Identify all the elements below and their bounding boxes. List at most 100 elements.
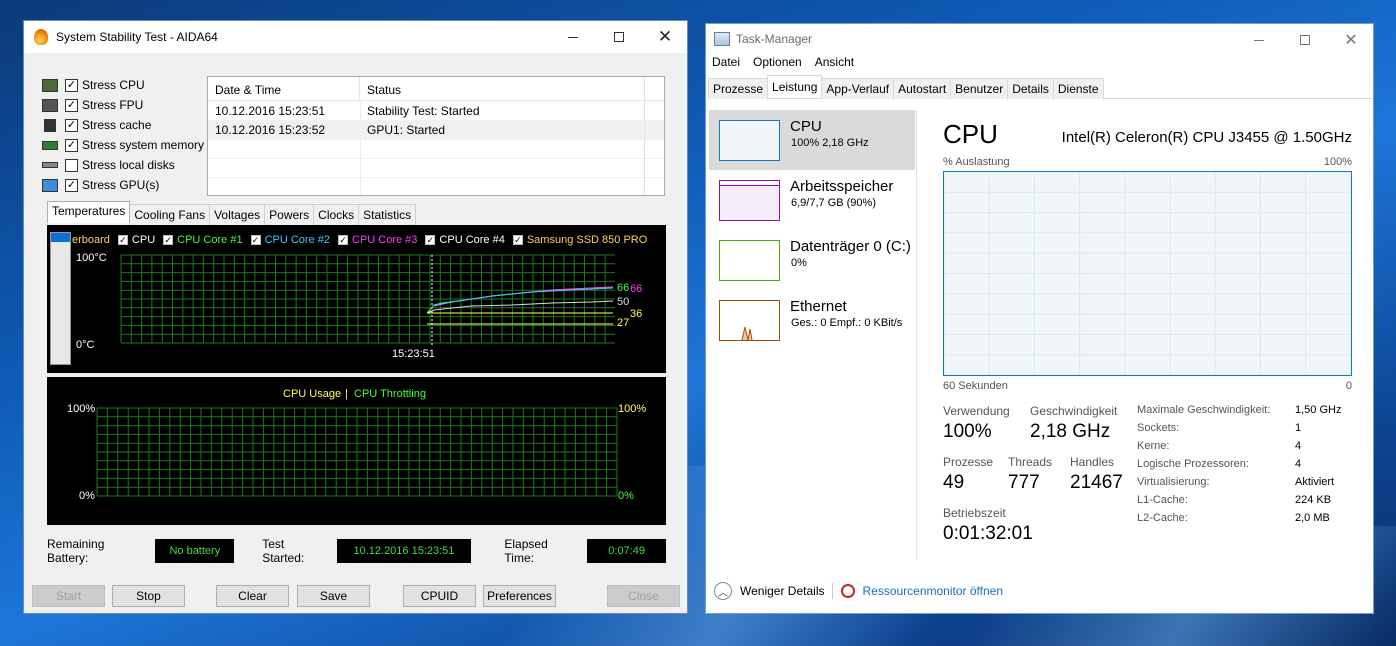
fewer-details-link[interactable]: Weniger Details <box>740 584 824 598</box>
usage-axis-right-top: 100% <box>618 403 646 415</box>
disk-thumbnail <box>719 240 780 281</box>
tm-minimize-button[interactable] <box>1236 24 1282 56</box>
stress-fpu-checkbox[interactable]: ✓ <box>65 98 78 112</box>
test-status-strip: Remaining Battery: No battery Test Start… <box>47 537 666 565</box>
tm-tabs: Prozesse Leistung App-Verlauf Autostart … <box>708 75 1373 99</box>
legend-checkbox[interactable]: ✓ <box>163 235 174 245</box>
chevron-up-icon[interactable]: ︿ <box>714 582 732 600</box>
tab-autostart[interactable]: Autostart <box>893 78 952 99</box>
tab-temperatures[interactable]: Temperatures <box>47 201 131 223</box>
spec-value: 2,0 MB <box>1295 512 1330 524</box>
legend-checkbox[interactable]: ✓ <box>250 235 261 245</box>
stress-cache-checkbox[interactable]: ✓ <box>65 118 78 132</box>
cpu-graph-grid <box>943 171 1352 376</box>
stress-cache-option[interactable]: ✓ Stress cache <box>42 115 204 135</box>
menu-datei[interactable]: Datei <box>712 55 740 69</box>
legend-ssd[interactable]: ✓ Samsung SSD 850 PRO <box>512 234 647 246</box>
stress-gpu-option[interactable]: ✓ Stress GPU(s) <box>42 175 204 195</box>
stat-value: 49 <box>943 472 965 493</box>
legend-cpu[interactable]: ✓ CPU <box>117 234 155 246</box>
minimize-button[interactable] <box>550 21 596 53</box>
graph-ymax: 100% <box>1323 156 1352 168</box>
tab-benutzer[interactable]: Benutzer <box>950 78 1009 99</box>
save-button[interactable]: Save <box>297 585 370 607</box>
temperature-grid <box>120 254 615 344</box>
maximize-button[interactable] <box>596 21 642 53</box>
log-row-empty <box>208 158 664 177</box>
menu-optionen[interactable]: Optionen <box>753 55 802 69</box>
log-row-empty <box>208 139 664 158</box>
close-button[interactable]: Close <box>607 585 680 607</box>
close-icon: ✕ <box>1344 32 1358 49</box>
tm-titlebar[interactable]: Task-Manager ✕ <box>706 24 1373 54</box>
stress-gpu-checkbox[interactable]: ✓ <box>65 178 78 192</box>
stress-cpu-checkbox[interactable]: ✓ <box>65 78 78 92</box>
tab-app-verlauf[interactable]: App-Verlauf <box>821 78 895 99</box>
tab-cooling-fans[interactable]: Cooling Fans <box>129 204 211 225</box>
tm-maximize-button[interactable] <box>1282 24 1328 56</box>
legend-cpu-core3[interactable]: ✓ CPU Core #3 <box>338 234 417 246</box>
stat-label: Betriebszeit <box>943 506 1006 520</box>
stop-button[interactable]: Stop <box>112 585 185 607</box>
tab-leistung[interactable]: Leistung <box>767 75 823 98</box>
log-col-status[interactable]: Status <box>360 77 664 100</box>
perf-item-memory[interactable]: Arbeitsspeicher 6,9/7,7 GB (90%) <box>709 170 915 230</box>
legend-cpu-core1[interactable]: ✓ CPU Core #1 <box>163 234 243 246</box>
aida-titlebar[interactable]: System Stability Test - AIDA64 ✕ <box>24 21 687 53</box>
perf-item-sub: 100% 2,18 GHz <box>791 137 869 149</box>
legend-checkbox[interactable]: ✓ <box>512 235 523 245</box>
cpu-usage-graph <box>943 171 1352 376</box>
stress-fpu-label: Stress FPU <box>82 98 144 112</box>
legend-cpu-core2[interactable]: ✓ CPU Core #2 <box>250 234 330 246</box>
cpuid-button[interactable]: CPUID <box>403 585 476 607</box>
open-resource-monitor-link[interactable]: Ressourcenmonitor öffnen <box>862 584 1003 598</box>
start-button[interactable]: Start <box>32 585 105 607</box>
tab-voltages[interactable]: Voltages <box>209 204 266 225</box>
tab-dienste[interactable]: Dienste <box>1052 78 1104 99</box>
stress-fpu-option[interactable]: ✓ Stress FPU <box>42 95 204 115</box>
legend-cpu-core4[interactable]: ✓ CPU Core #4 <box>425 234 505 246</box>
stress-memory-checkbox[interactable]: ✓ <box>65 138 78 152</box>
stress-disks-checkbox[interactable] <box>65 158 78 172</box>
usage-axis-left-bottom: 0% <box>79 490 95 502</box>
perf-item-disk[interactable]: Datenträger 0 (C:) 0% <box>709 230 915 290</box>
log-row[interactable]: 10.12.2016 15:23:52 GPU1: Started <box>208 120 664 139</box>
legend-motherboard[interactable]: erboard <box>72 234 110 246</box>
stress-disks-option[interactable]: Stress local disks <box>42 155 204 175</box>
tm-close-button[interactable]: ✕ <box>1328 24 1374 56</box>
tab-clocks[interactable]: Clocks <box>313 204 360 225</box>
fpu-chip-icon <box>42 98 58 112</box>
perf-item-name: Ethernet <box>790 298 847 315</box>
stress-memory-option[interactable]: ✓ Stress system memory <box>42 135 204 155</box>
perf-item-cpu[interactable]: CPU 100% 2,18 GHz <box>709 110 915 170</box>
event-log[interactable]: Date & Time Status 10.12.2016 15:23:51 S… <box>207 76 665 196</box>
cpu-usage-panel: CPU Usage | CPU Throttling 100% 0% 100% … <box>47 377 666 525</box>
minimize-icon <box>1254 39 1264 41</box>
preferences-button[interactable]: Preferences <box>483 585 556 607</box>
tm-menubar: Datei Optionen Ansicht <box>712 55 867 69</box>
menu-ansicht[interactable]: Ansicht <box>815 55 854 69</box>
legend-label: erboard <box>72 234 110 246</box>
log-time: 10.12.2016 15:23:52 <box>215 122 326 137</box>
stat-value: 777 <box>1008 472 1040 493</box>
performance-list: CPU 100% 2,18 GHz Arbeitsspeicher 6,9/7,… <box>709 110 915 350</box>
legend-checkbox[interactable]: ✓ <box>117 235 128 245</box>
clear-button[interactable]: Clear <box>216 585 289 607</box>
close-window-button[interactable]: ✕ <box>642 21 688 53</box>
stat-value: 100% <box>943 421 992 442</box>
legend-checkbox[interactable]: ✓ <box>338 235 348 245</box>
log-row[interactable]: 10.12.2016 15:23:51 Stability Test: Star… <box>208 101 664 120</box>
tab-prozesse[interactable]: Prozesse <box>708 78 769 99</box>
tab-details[interactable]: Details <box>1007 78 1054 99</box>
stat-label: Threads <box>1008 455 1053 469</box>
footer-separator <box>832 583 834 599</box>
perf-item-name: CPU <box>790 118 822 135</box>
spec-row: L2-Cache: 2,0 MB <box>1137 512 1341 530</box>
tab-powers[interactable]: Powers <box>264 204 315 225</box>
perf-item-ethernet[interactable]: Ethernet Ges.: 0 Empf.: 0 KBit/s <box>709 290 915 350</box>
stress-cpu-option[interactable]: ✓ Stress CPU <box>42 75 204 95</box>
sensor-list-scroll[interactable] <box>50 232 71 365</box>
log-col-datetime[interactable]: Date & Time <box>208 77 360 100</box>
tab-statistics[interactable]: Statistics <box>358 204 417 225</box>
legend-checkbox[interactable]: ✓ <box>425 235 436 245</box>
